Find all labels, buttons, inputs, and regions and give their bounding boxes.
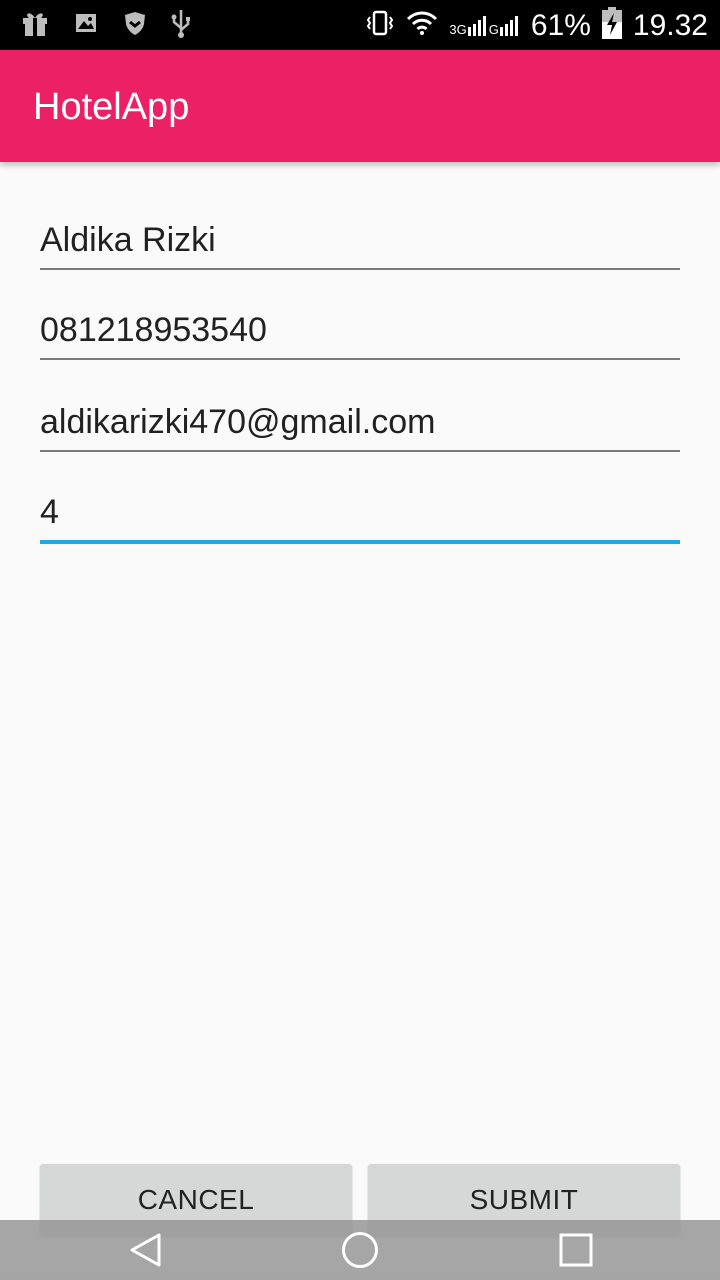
wifi-icon [405,8,439,43]
name-field-value: Aldika Rizki [40,221,216,259]
battery-percent: 61% [530,8,591,42]
rooms-field-value: 4 [40,493,59,531]
phone-field-value: 081218953540 [40,311,267,349]
name-field[interactable]: Aldika Rizki [40,208,680,270]
shield-icon [122,9,148,37]
gift-icon [20,8,50,38]
clock: 19.32 [632,8,708,42]
app-title: HotelApp [33,86,190,128]
network-3g-label: 3G [449,21,467,37]
back-icon[interactable] [126,1230,166,1275]
image-icon [72,9,100,37]
recents-icon[interactable] [556,1230,596,1275]
email-field[interactable]: aldikarizki470@gmail.com [40,390,680,452]
network-g-label: G [488,21,499,37]
signal-icon: 3G G [449,15,520,37]
phone-field[interactable]: 081218953540 [40,298,680,360]
email-field-value: aldikarizki470@gmail.com [40,403,436,441]
usb-icon [170,8,192,38]
rooms-field[interactable]: 4 [40,480,680,544]
vibrate-icon [365,8,395,43]
status-bar: 3G G 61% 19.32 [0,0,720,50]
home-icon[interactable] [340,1230,380,1275]
battery-charging-icon [601,6,623,45]
app-bar: HotelApp [0,50,720,162]
navigation-bar [0,1220,720,1280]
